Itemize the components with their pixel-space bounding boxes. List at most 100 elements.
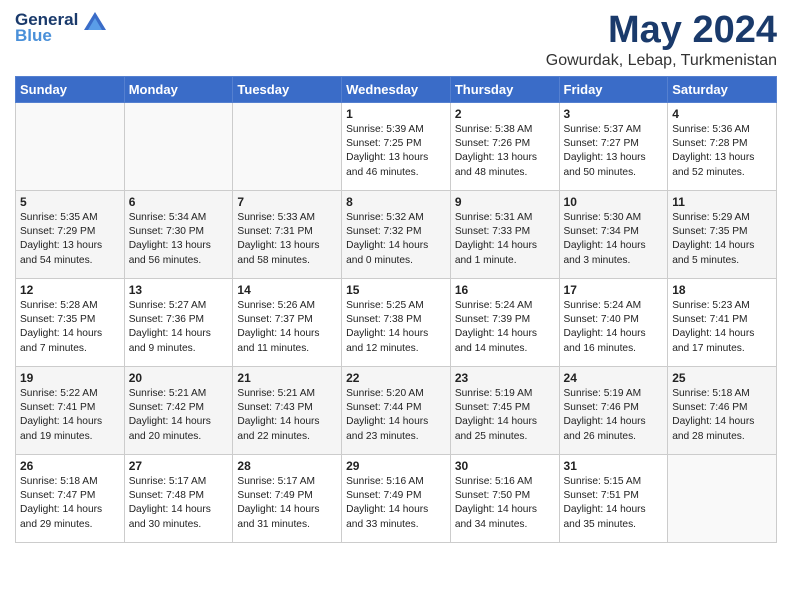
day-info: Sunrise: 5:16 AMSunset: 7:49 PMDaylight:… (346, 475, 446, 532)
calendar-cell: 18 Sunrise: 5:23 AMSunset: 7:41 PMDayligh… (668, 278, 777, 366)
col-wednesday: Wednesday (342, 76, 451, 102)
day-number: 14 (237, 283, 337, 297)
calendar-cell: 31Sunrise: 5:15 AMSunset: 7:51 PMDayligh… (559, 454, 668, 542)
day-number: 19 (20, 371, 120, 385)
calendar-cell: 1 Sunrise: 5:39 AMSunset: 7:25 PMDaylight… (342, 102, 451, 190)
calendar-cell: 21 Sunrise: 5:21 AMSunset: 7:43 PMDayligh… (233, 366, 342, 454)
calendar-cell: 13 Sunrise: 5:27 AMSunset: 7:36 PMDayligh… (124, 278, 233, 366)
calendar-cell: 14 Sunrise: 5:26 AMSunset: 7:37 PMDayligh… (233, 278, 342, 366)
day-number: 26 (20, 459, 120, 473)
col-monday: Monday (124, 76, 233, 102)
calendar-cell: 23Sunrise: 5:19 AMSunset: 7:45 PMDayligh… (450, 366, 559, 454)
day-number: 10 (564, 195, 664, 209)
day-number: 1 (346, 107, 446, 121)
day-number: 5 (20, 195, 120, 209)
day-number: 6 (129, 195, 229, 209)
calendar-cell: 15Sunrise: 5:25 AMSunset: 7:38 PMDayligh… (342, 278, 451, 366)
page-header: General Blue May 2024 Gowurdak, Lebap, T… (15, 10, 777, 70)
col-friday: Friday (559, 76, 668, 102)
calendar-cell: 9Sunrise: 5:31 AMSunset: 7:33 PMDaylight… (450, 190, 559, 278)
day-number: 24 (564, 371, 664, 385)
day-info: Sunrise: 5:27 AMSunset: 7:36 PMDaylight:… (129, 299, 229, 356)
calendar-cell: 26Sunrise: 5:18 AMSunset: 7:47 PMDayligh… (16, 454, 125, 542)
day-info: Sunrise: 5:38 AMSunset: 7:26 PMDaylight:… (455, 123, 555, 180)
calendar-cell: 27Sunrise: 5:17 AMSunset: 7:48 PMDayligh… (124, 454, 233, 542)
calendar-cell: 5 Sunrise: 5:35 AMSunset: 7:29 PMDaylight… (16, 190, 125, 278)
calendar-cell (16, 102, 125, 190)
day-number: 3 (564, 107, 664, 121)
day-info: Sunrise: 5:29 AMSunset: 7:35 PMDaylight:… (672, 211, 772, 268)
day-number: 12 (20, 283, 120, 297)
calendar-cell: 16 Sunrise: 5:24 AMSunset: 7:39 PMDayligh… (450, 278, 559, 366)
day-number: 30 (455, 459, 555, 473)
calendar-cell: 25 Sunrise: 5:18 AMSunset: 7:46 PMDayligh… (668, 366, 777, 454)
calendar-cell: 6 Sunrise: 5:34 AMSunset: 7:30 PMDaylight… (124, 190, 233, 278)
day-number: 2 (455, 107, 555, 121)
day-info: Sunrise: 5:18 AMSunset: 7:46 PMDaylight:… (672, 387, 772, 444)
calendar-cell: 28 Sunrise: 5:17 AMSunset: 7:49 PMDayligh… (233, 454, 342, 542)
day-number: 31 (564, 459, 664, 473)
calendar-cell: 11 Sunrise: 5:29 AMSunset: 7:35 PMDayligh… (668, 190, 777, 278)
day-number: 4 (672, 107, 772, 121)
day-number: 9 (455, 195, 555, 209)
day-number: 17 (564, 283, 664, 297)
day-info: Sunrise: 5:25 AMSunset: 7:38 PMDaylight:… (346, 299, 446, 356)
day-number: 29 (346, 459, 446, 473)
calendar-cell: 2 Sunrise: 5:38 AMSunset: 7:26 PMDaylight… (450, 102, 559, 190)
day-number: 27 (129, 459, 229, 473)
day-number: 18 (672, 283, 772, 297)
day-info: Sunrise: 5:26 AMSunset: 7:37 PMDaylight:… (237, 299, 337, 356)
calendar-cell: 8 Sunrise: 5:32 AMSunset: 7:32 PMDaylight… (342, 190, 451, 278)
day-number: 25 (672, 371, 772, 385)
calendar-cell (668, 454, 777, 542)
day-number: 20 (129, 371, 229, 385)
day-info: Sunrise: 5:28 AMSunset: 7:35 PMDaylight:… (20, 299, 120, 356)
day-info: Sunrise: 5:19 AMSunset: 7:46 PMDaylight:… (564, 387, 664, 444)
day-number: 28 (237, 459, 337, 473)
logo: General Blue (15, 10, 108, 46)
calendar-cell: 10 Sunrise: 5:30 AMSunset: 7:34 PMDayligh… (559, 190, 668, 278)
day-info: Sunrise: 5:30 AMSunset: 7:34 PMDaylight:… (564, 211, 664, 268)
day-info: Sunrise: 5:37 AMSunset: 7:27 PMDaylight:… (564, 123, 664, 180)
col-sunday: Sunday (16, 76, 125, 102)
calendar-cell (233, 102, 342, 190)
col-saturday: Saturday (668, 76, 777, 102)
calendar-header: Sunday Monday Tuesday Wednesday Thursday… (16, 76, 777, 102)
calendar-cell (124, 102, 233, 190)
day-info: Sunrise: 5:39 AMSunset: 7:25 PMDaylight:… (346, 123, 446, 180)
day-number: 13 (129, 283, 229, 297)
col-tuesday: Tuesday (233, 76, 342, 102)
day-number: 8 (346, 195, 446, 209)
day-number: 11 (672, 195, 772, 209)
day-info: Sunrise: 5:32 AMSunset: 7:32 PMDaylight:… (346, 211, 446, 268)
calendar-cell: 22Sunrise: 5:20 AMSunset: 7:44 PMDayligh… (342, 366, 451, 454)
calendar-cell: 29 Sunrise: 5:16 AMSunset: 7:49 PMDayligh… (342, 454, 451, 542)
calendar-week-2: 5 Sunrise: 5:35 AMSunset: 7:29 PMDaylight… (16, 190, 777, 278)
logo-icon (84, 12, 106, 30)
calendar-week-3: 12 Sunrise: 5:28 AMSunset: 7:35 PMDayligh… (16, 278, 777, 366)
day-info: Sunrise: 5:36 AMSunset: 7:28 PMDaylight:… (672, 123, 772, 180)
calendar-week-1: 1 Sunrise: 5:39 AMSunset: 7:25 PMDaylight… (16, 102, 777, 190)
day-info: Sunrise: 5:21 AMSunset: 7:43 PMDaylight:… (237, 387, 337, 444)
day-info: Sunrise: 5:23 AMSunset: 7:41 PMDaylight:… (672, 299, 772, 356)
day-info: Sunrise: 5:35 AMSunset: 7:29 PMDaylight:… (20, 211, 120, 268)
day-info: Sunrise: 5:16 AMSunset: 7:50 PMDaylight:… (455, 475, 555, 532)
day-info: Sunrise: 5:17 AMSunset: 7:49 PMDaylight:… (237, 475, 337, 532)
col-thursday: Thursday (450, 76, 559, 102)
day-number: 21 (237, 371, 337, 385)
day-info: Sunrise: 5:22 AMSunset: 7:41 PMDaylight:… (20, 387, 120, 444)
calendar-cell: 12 Sunrise: 5:28 AMSunset: 7:35 PMDayligh… (16, 278, 125, 366)
day-number: 23 (455, 371, 555, 385)
day-number: 7 (237, 195, 337, 209)
calendar-cell: 3 Sunrise: 5:37 AMSunset: 7:27 PMDaylight… (559, 102, 668, 190)
calendar-cell: 19 Sunrise: 5:22 AMSunset: 7:41 PMDayligh… (16, 366, 125, 454)
day-info: Sunrise: 5:24 AMSunset: 7:39 PMDaylight:… (455, 299, 555, 356)
calendar-cell: 4 Sunrise: 5:36 AMSunset: 7:28 PMDaylight… (668, 102, 777, 190)
day-number: 16 (455, 283, 555, 297)
calendar-week-5: 26Sunrise: 5:18 AMSunset: 7:47 PMDayligh… (16, 454, 777, 542)
calendar-cell: 7 Sunrise: 5:33 AMSunset: 7:31 PMDaylight… (233, 190, 342, 278)
calendar-body: 1 Sunrise: 5:39 AMSunset: 7:25 PMDaylight… (16, 102, 777, 542)
calendar-cell: 30 Sunrise: 5:16 AMSunset: 7:50 PMDayligh… (450, 454, 559, 542)
day-info: Sunrise: 5:33 AMSunset: 7:31 PMDaylight:… (237, 211, 337, 268)
day-info: Sunrise: 5:34 AMSunset: 7:30 PMDaylight:… (129, 211, 229, 268)
